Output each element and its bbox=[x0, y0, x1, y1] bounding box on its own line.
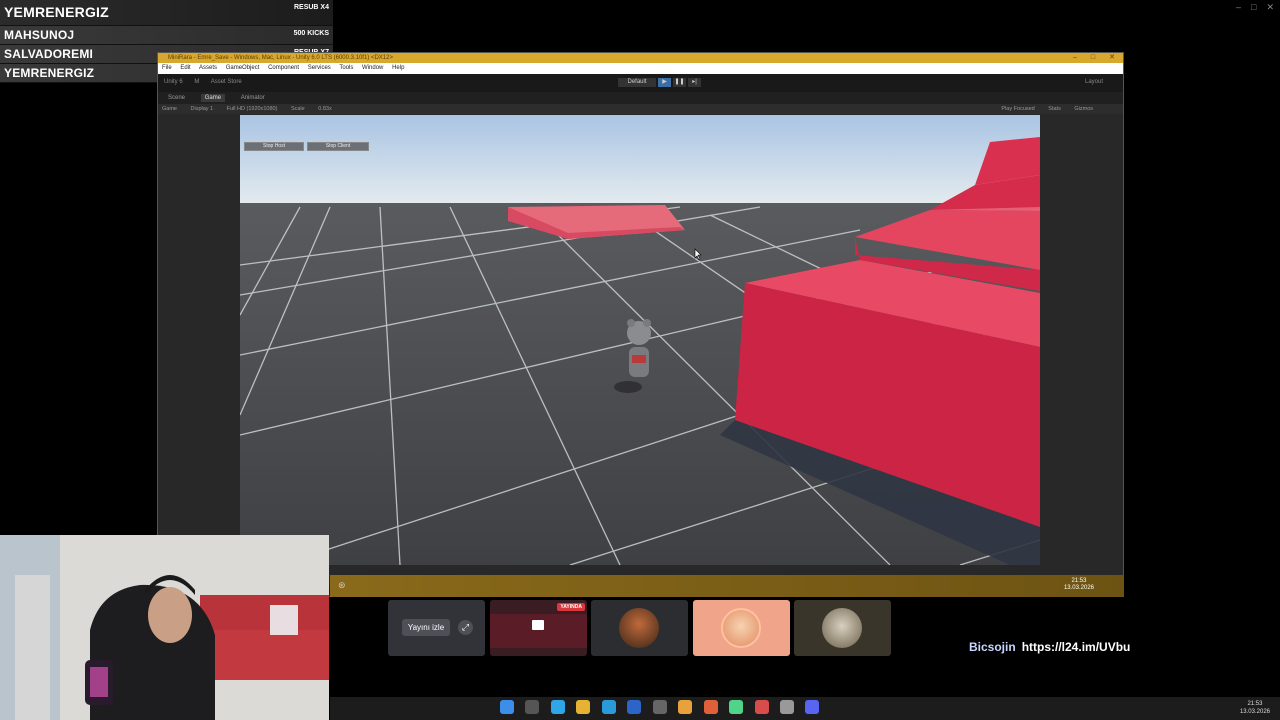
avatar bbox=[822, 608, 862, 648]
asset-store-button[interactable]: Asset Store bbox=[211, 79, 242, 85]
maximize-icon[interactable]: □ bbox=[1091, 54, 1095, 61]
tab-scene[interactable]: Scene bbox=[164, 94, 189, 102]
app-icon[interactable] bbox=[652, 700, 667, 714]
copilot-icon[interactable] bbox=[550, 700, 565, 714]
app-icon[interactable] bbox=[729, 700, 744, 714]
avatar bbox=[721, 608, 761, 648]
alert-name: YEMRENERGIZ bbox=[4, 4, 109, 20]
game-dropdown[interactable]: Game bbox=[162, 106, 177, 112]
stats-button[interactable]: Stats bbox=[1048, 106, 1061, 112]
alert-event: 500 KICKS bbox=[293, 30, 329, 37]
captured-clock: 21:53 13.03.2026 bbox=[1063, 578, 1094, 591]
screen-share-icon bbox=[532, 620, 544, 630]
game-viewport[interactable]: Stop Host Stop Client bbox=[240, 115, 1040, 565]
unity-view-tabs: Scene Game Animator bbox=[158, 92, 1123, 104]
menu-window[interactable]: Window bbox=[362, 65, 383, 71]
layout-dropdown[interactable]: Layout bbox=[1085, 79, 1103, 85]
unity-toolbar: Unity 6 M Asset Store Default ▶ ❚❚ ▸| Layou… bbox=[158, 74, 1123, 92]
close-icon[interactable]: ✕ bbox=[1266, 2, 1274, 12]
menu-services[interactable]: Services bbox=[308, 65, 331, 71]
alert-name: SALVADOREMI bbox=[4, 47, 94, 61]
alert-name: YEMRENERGIZ bbox=[4, 66, 95, 80]
alert-row: YEMRENERGIZ RESUB X4 bbox=[0, 0, 333, 26]
unity-menu-bar: File Edit Assets GameObject Component Se… bbox=[158, 63, 1123, 74]
discord-icon[interactable] bbox=[805, 700, 820, 714]
maximize-icon[interactable]: □ bbox=[1251, 2, 1256, 12]
scale-value[interactable]: 0.83x bbox=[318, 106, 331, 112]
close-icon[interactable]: ✕ bbox=[1109, 54, 1115, 61]
minimize-icon[interactable]: – bbox=[1073, 54, 1077, 61]
scale-label: Scale bbox=[290, 106, 305, 112]
play-icon[interactable]: ▶ bbox=[658, 78, 671, 87]
menu-file[interactable]: File bbox=[162, 65, 172, 71]
participant-tile[interactable] bbox=[591, 600, 688, 656]
play-controls: Default ▶ ❚❚ ▸| bbox=[618, 78, 703, 87]
alert-row: MAHSUNOJ 500 KICKS bbox=[0, 26, 333, 45]
stop-client-button[interactable]: Stop Client bbox=[307, 142, 369, 151]
app-icon[interactable] bbox=[754, 700, 769, 714]
display-dropdown[interactable]: Display 1 bbox=[191, 106, 214, 112]
taskbar-clock: 21:53 13.03.2026 bbox=[1239, 701, 1270, 715]
sky bbox=[240, 115, 1040, 207]
alert-name: MAHSUNOJ bbox=[4, 28, 75, 42]
live-badge: YAYINDA bbox=[557, 603, 585, 611]
tab-animator[interactable]: Animator bbox=[237, 94, 269, 102]
unity-account-button[interactable]: Unity 6 bbox=[164, 79, 183, 85]
promo-url: https://l24.im/UVbu bbox=[1021, 640, 1131, 654]
pause-icon[interactable]: ❚❚ bbox=[673, 78, 686, 87]
popout-icon[interactable]: ⤢ bbox=[458, 620, 473, 635]
menu-component[interactable]: Component bbox=[268, 65, 299, 71]
start-icon[interactable]: ⊛ bbox=[338, 580, 346, 591]
avatar bbox=[619, 608, 659, 648]
live-stream-tile[interactable]: YAYINDA bbox=[490, 600, 587, 656]
play-mode-dropdown[interactable]: Default bbox=[618, 78, 656, 87]
step-icon[interactable]: ▸| bbox=[688, 78, 701, 87]
menu-help[interactable]: Help bbox=[392, 65, 404, 71]
stream-preview-tile[interactable]: Yayını izle ⤢ bbox=[388, 600, 485, 656]
resolution-dropdown[interactable]: Full HD (1920x1080) bbox=[227, 106, 278, 112]
firefox-icon[interactable] bbox=[703, 700, 718, 714]
menu-gameobject[interactable]: GameObject bbox=[226, 65, 260, 71]
stop-host-button[interactable]: Stop Host bbox=[244, 142, 304, 151]
unity-title-bar: MiniRara - Emre_Save - Windows, Mac, Lin… bbox=[158, 53, 1123, 63]
task-view-icon[interactable] bbox=[525, 700, 540, 714]
unity-icon[interactable] bbox=[779, 700, 794, 714]
store-icon[interactable] bbox=[627, 700, 642, 714]
participant-tile[interactable] bbox=[794, 600, 891, 656]
window-controls: – □ ✕ bbox=[1226, 2, 1274, 13]
play-focused-dropdown[interactable]: Play Focused bbox=[1001, 106, 1034, 112]
unity-collab-button[interactable]: M bbox=[194, 79, 199, 85]
alert-event: RESUB X4 bbox=[293, 4, 329, 11]
file-explorer-icon[interactable] bbox=[576, 700, 591, 714]
participant-tile[interactable] bbox=[693, 600, 790, 656]
tab-game[interactable]: Game bbox=[200, 94, 226, 102]
start-icon[interactable] bbox=[500, 700, 514, 714]
edge-icon[interactable] bbox=[601, 700, 616, 714]
watch-stream-button[interactable]: Yayını izle bbox=[402, 619, 450, 636]
menu-tools[interactable]: Tools bbox=[339, 65, 353, 71]
game-view-bar: Game Display 1 Full HD (1920x1080) Scale… bbox=[158, 104, 1123, 114]
chrome-icon[interactable] bbox=[678, 700, 693, 714]
menu-assets[interactable]: Assets bbox=[199, 65, 217, 71]
promo-handle: Bicsojin bbox=[969, 640, 1016, 654]
menu-edit[interactable]: Edit bbox=[180, 65, 190, 71]
unity-title: MiniRara - Emre_Save - Windows, Mac, Lin… bbox=[168, 55, 393, 61]
captured-taskbar: ⊛ 21:53 13.03.2026 bbox=[330, 575, 1124, 597]
promo-text: Bicsojin https://l24.im/UVbu bbox=[969, 640, 1130, 654]
game-scene bbox=[240, 115, 1040, 565]
unity-editor-window: MiniRara - Emre_Save - Windows, Mac, Lin… bbox=[157, 52, 1124, 597]
webcam-feed bbox=[0, 535, 329, 720]
gizmos-button[interactable]: Gizmos bbox=[1074, 106, 1093, 112]
windows-taskbar: 21:53 13.03.2026 bbox=[330, 697, 1280, 720]
minimize-icon[interactable]: – bbox=[1236, 2, 1241, 12]
